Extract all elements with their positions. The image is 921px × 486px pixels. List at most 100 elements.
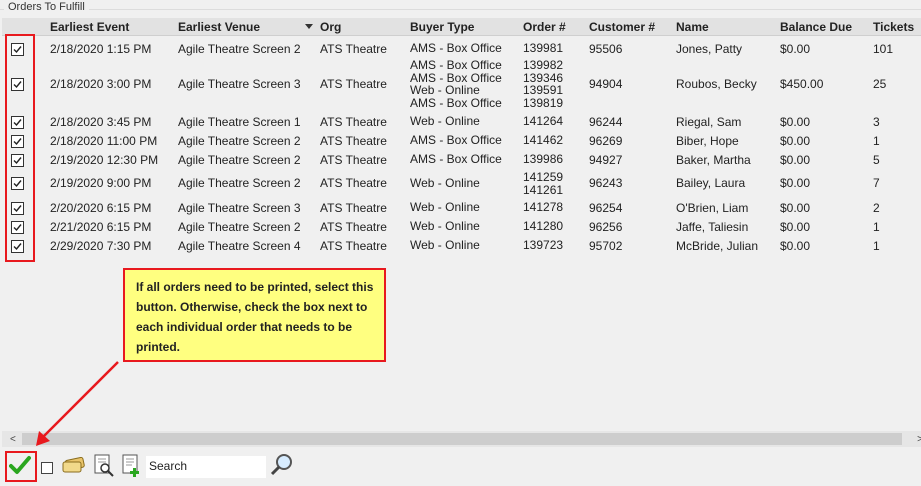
cell-org: ATS Theatre [320, 153, 387, 167]
cell-order-number-line: 141264 [523, 114, 564, 128]
cell-buyer-type-line: Web - Online [410, 176, 480, 190]
cell-order-number-line: 141261 [523, 182, 564, 197]
cell-customer-number: 96269 [589, 134, 623, 148]
cell-buyer-type: AMS - Box Office [410, 134, 502, 147]
cell-name: O'Brien, Liam [676, 201, 749, 215]
column-header-customer-number[interactable]: Customer # [589, 20, 655, 34]
cell-name: Roubos, Becky [676, 77, 757, 91]
cell-order-number-line: 139986 [523, 152, 564, 166]
cell-order-number: 141278 [523, 201, 563, 214]
table-row[interactable]: 2/19/2020 12:30 PM Agile Theatre Screen 2… [2, 150, 921, 169]
cell-order-number: 141264 [523, 115, 563, 128]
cell-org: ATS Theatre [320, 201, 387, 215]
cell-tickets: 101 [873, 42, 894, 56]
magnifier-icon[interactable] [270, 453, 294, 480]
cell-buyer-type-line: AMS - Box Office [410, 58, 502, 72]
checkbox-icon[interactable] [41, 462, 53, 474]
group-border [0, 9, 921, 10]
cell-buyer-type: AMS - Box Office [410, 153, 502, 166]
cell-org: ATS Theatre [320, 239, 387, 253]
column-header-org[interactable]: Org [320, 20, 341, 34]
scroll-left-icon[interactable]: < [10, 434, 16, 445]
cell-org: ATS Theatre [320, 134, 387, 148]
cell-balance-due: $0.00 [780, 220, 811, 234]
cell-balance-due: $0.00 [780, 115, 811, 129]
cell-org: ATS Theatre [320, 176, 387, 190]
cell-org: ATS Theatre [320, 115, 387, 129]
cell-buyer-type-line: Web - Online [410, 219, 480, 233]
orders-grid[interactable]: Earliest Event Earliest Venue Org Buyer … [2, 16, 921, 431]
cell-customer-number: 94904 [589, 77, 623, 91]
table-row[interactable]: 2/20/2020 6:15 PM Agile Theatre Screen 3 A… [2, 198, 921, 217]
cell-earliest-event: 2/18/2020 3:00 PM [50, 77, 152, 91]
horizontal-scrollbar[interactable]: < > [2, 431, 921, 447]
cell-tickets: 1 [873, 220, 880, 234]
cell-earliest-venue: Agile Theatre Screen 2 [178, 153, 301, 167]
cell-order-number: 141259 141261 [523, 171, 563, 196]
cell-buyer-type-line: Web - Online [410, 83, 480, 97]
checkbox-column-highlight [5, 34, 35, 262]
table-row[interactable]: 2/29/2020 7:30 PM Agile Theatre Screen 4 A… [2, 236, 921, 255]
search-input[interactable] [147, 457, 261, 475]
search-box [146, 456, 266, 478]
group-title: Orders To Fulfill [4, 1, 89, 13]
cell-order-number-line: 139981 [523, 41, 564, 55]
column-header-name[interactable]: Name [676, 20, 709, 34]
grid-header: Earliest Event Earliest Venue Org Buyer … [2, 18, 921, 36]
cell-earliest-venue: Agile Theatre Screen 3 [178, 77, 301, 91]
column-header-order-number[interactable]: Order # [523, 20, 566, 34]
cell-order-number-line: 141462 [523, 133, 564, 147]
cell-name: Jones, Patty [676, 42, 743, 56]
cell-earliest-venue: Agile Theatre Screen 2 [178, 42, 301, 56]
cell-order-number-line: 139819 [523, 95, 564, 110]
cell-tickets: 5 [873, 153, 880, 167]
cell-name: Baker, Martha [676, 153, 751, 167]
cell-order-number-line: 139591 [523, 83, 564, 97]
cell-earliest-event: 2/19/2020 9:00 PM [50, 176, 152, 190]
cell-buyer-type: AMS - Box Office AMS - Box Office Web - On… [410, 59, 502, 109]
table-row[interactable]: 2/18/2020 3:00 PM Agile Theatre Screen 3 A… [2, 57, 921, 111]
table-row[interactable]: 2/19/2020 9:00 PM Agile Theatre Screen 2 A… [2, 169, 921, 197]
cell-customer-number: 95702 [589, 239, 623, 253]
cell-tickets: 3 [873, 115, 880, 129]
cell-earliest-event: 2/19/2020 12:30 PM [50, 153, 159, 167]
cell-tickets: 2 [873, 201, 880, 215]
cell-order-number-line: 139723 [523, 238, 564, 252]
cell-name: Jaffe, Taliesin [676, 220, 749, 234]
cell-customer-number: 96256 [589, 220, 623, 234]
column-header-earliest-venue[interactable]: Earliest Venue [178, 20, 260, 34]
scroll-thumb[interactable] [22, 433, 902, 445]
cell-tickets: 1 [873, 134, 880, 148]
cell-buyer-type: Web - Online [410, 220, 480, 233]
cell-balance-due: $0.00 [780, 239, 811, 253]
cell-order-number: 141280 [523, 220, 563, 233]
cell-tickets: 25 [873, 77, 887, 91]
column-header-tickets[interactable]: Tickets [873, 20, 914, 34]
ticket-icon[interactable] [62, 456, 86, 478]
table-row[interactable]: 2/18/2020 3:45 PM Agile Theatre Screen 1 A… [2, 112, 921, 131]
cell-buyer-type: Web - Online [410, 177, 480, 190]
cell-customer-number: 95506 [589, 42, 623, 56]
column-header-earliest-event[interactable]: Earliest Event [50, 20, 129, 34]
sort-descending-icon[interactable] [305, 24, 313, 29]
cell-buyer-type-line: Web - Online [410, 200, 480, 214]
column-header-buyer-type[interactable]: Buyer Type [410, 20, 474, 34]
cell-balance-due: $0.00 [780, 201, 811, 215]
table-row[interactable]: 2/18/2020 1:15 PM Agile Theatre Screen 2 A… [2, 40, 921, 57]
cell-earliest-event: 2/29/2020 7:30 PM [50, 239, 152, 253]
print-preview-icon[interactable] [93, 454, 115, 481]
cell-order-number: 139981 [523, 42, 563, 55]
cell-balance-due: $0.00 [780, 42, 811, 56]
add-document-icon[interactable] [120, 454, 144, 481]
cell-name: Riegal, Sam [676, 115, 742, 129]
cell-buyer-type-line: AMS - Box Office [410, 41, 502, 55]
scroll-right-icon[interactable]: > [917, 434, 921, 445]
cell-earliest-venue: Agile Theatre Screen 4 [178, 239, 301, 253]
cell-org: ATS Theatre [320, 77, 387, 91]
cell-earliest-venue: Agile Theatre Screen 2 [178, 176, 301, 190]
cell-earliest-venue: Agile Theatre Screen 1 [178, 115, 301, 129]
table-row[interactable]: 2/18/2020 11:00 PM Agile Theatre Screen 2… [2, 131, 921, 150]
green-checkmark-icon[interactable] [9, 455, 31, 478]
column-header-balance-due[interactable]: Balance Due [780, 20, 852, 34]
table-row[interactable]: 2/21/2020 6:15 PM Agile Theatre Screen 2 A… [2, 217, 921, 236]
